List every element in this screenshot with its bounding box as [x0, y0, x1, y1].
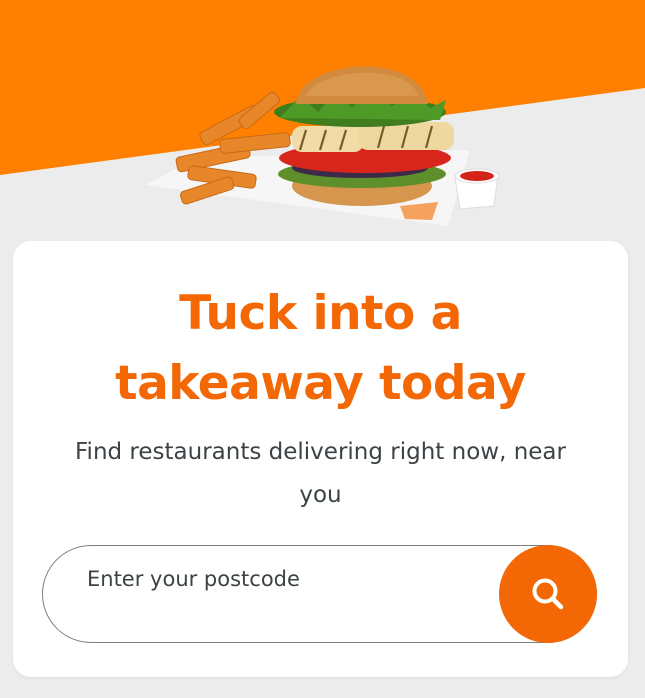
postcode-input[interactable] — [87, 564, 477, 594]
headline: Tuck into a takeaway today — [13, 279, 628, 419]
subtitle-line1: Find restaurants delivering right now, n… — [75, 439, 566, 465]
search-icon — [532, 578, 564, 610]
search-card: Tuck into a takeaway today Find restaura… — [13, 241, 628, 677]
subtitle-line2: you — [299, 482, 342, 508]
search-button[interactable] — [499, 545, 597, 643]
headline-line1: Tuck into a — [179, 286, 462, 341]
headline-line2: takeaway today — [115, 356, 526, 411]
postcode-search-box — [42, 545, 597, 643]
subtitle: Find restaurants delivering right now, n… — [43, 431, 598, 517]
